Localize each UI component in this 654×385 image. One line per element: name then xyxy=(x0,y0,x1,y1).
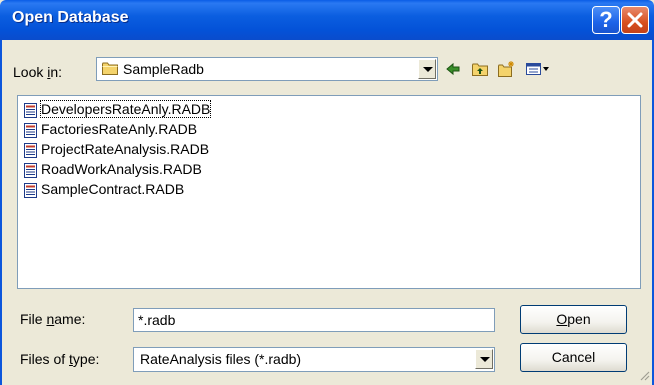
file-name: DevelopersRateAnly.RADB xyxy=(39,100,212,118)
radb-file-icon xyxy=(24,103,37,118)
filetype-value: RateAnalysis files (*.radb) xyxy=(140,351,302,367)
lookin-label: Look in: xyxy=(13,64,63,80)
close-button[interactable] xyxy=(621,6,649,34)
filetype-dropdown[interactable]: RateAnalysis files (*.radb) xyxy=(133,347,495,372)
chevron-down-icon[interactable] xyxy=(475,349,493,369)
back-icon[interactable] xyxy=(444,60,462,78)
lookin-dropdown[interactable]: SampleRadb xyxy=(96,57,438,81)
filename-label: File name: xyxy=(20,311,86,327)
window-title: Open Database xyxy=(12,9,129,26)
file-name: SampleContract.RADB xyxy=(41,181,185,197)
file-list[interactable]: DevelopersRateAnly.RADB FactoriesRateAnl… xyxy=(17,95,641,289)
radb-file-icon xyxy=(24,163,37,178)
views-menu-icon[interactable] xyxy=(525,60,551,78)
radb-file-icon xyxy=(24,183,37,198)
help-button[interactable]: ? xyxy=(592,6,620,34)
file-name: ProjectRateAnalysis.RADB xyxy=(41,141,210,157)
file-name: RoadWorkAnalysis.RADB xyxy=(41,161,202,177)
question-icon: ? xyxy=(599,7,613,32)
chevron-down-icon[interactable] xyxy=(418,59,436,79)
resize-grip-icon[interactable] xyxy=(638,369,650,381)
close-icon xyxy=(627,12,643,28)
new-folder-icon[interactable] xyxy=(497,60,515,78)
folder-icon xyxy=(102,62,118,75)
up-folder-icon[interactable] xyxy=(471,60,489,78)
radb-file-icon xyxy=(24,123,37,138)
filetype-label: Files of type: xyxy=(20,351,100,367)
title-bar[interactable]: Open Database ? xyxy=(0,0,654,40)
file-name: FactoriesRateAnly.RADB xyxy=(41,121,198,137)
cancel-button[interactable]: Cancel xyxy=(520,343,627,372)
filename-input[interactable] xyxy=(133,308,495,332)
open-button[interactable]: Open xyxy=(520,305,627,334)
radb-file-icon xyxy=(24,143,37,158)
lookin-value: SampleRadb xyxy=(123,61,204,77)
